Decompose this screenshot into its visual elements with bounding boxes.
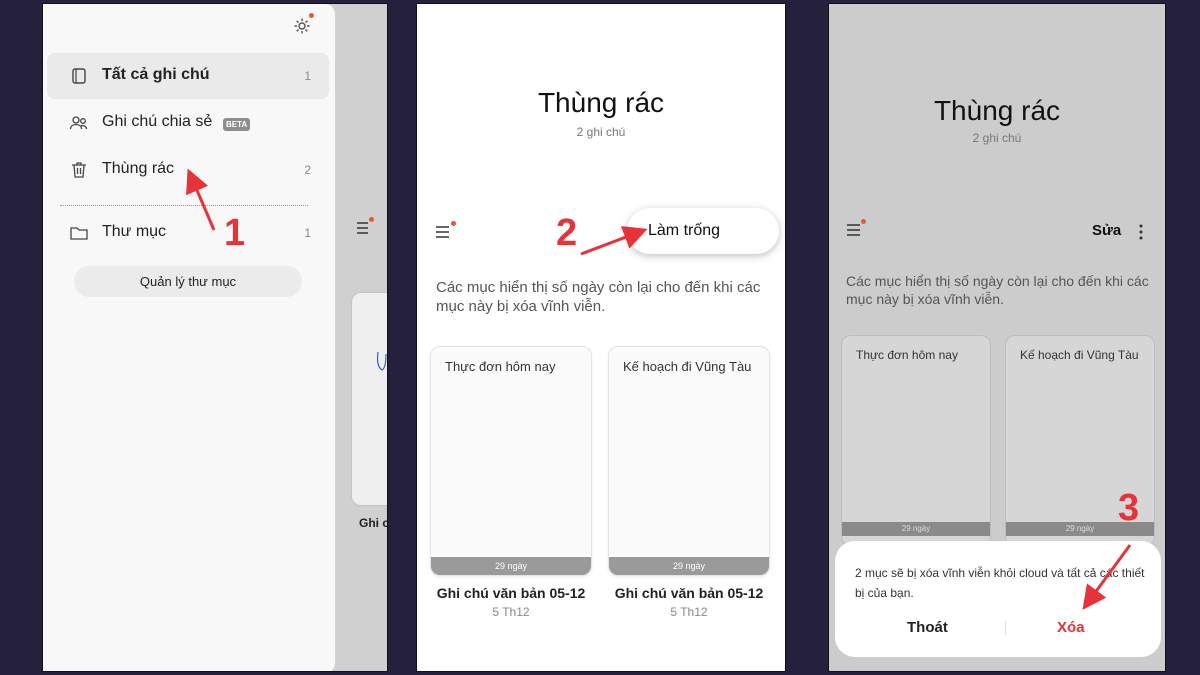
nav-count: 1 bbox=[304, 69, 311, 83]
note-label-preview: Ghi c bbox=[359, 516, 388, 530]
cancel-button[interactable]: Thoát bbox=[907, 619, 948, 636]
note-date: 5 Th12 bbox=[492, 605, 530, 619]
screen-trash-confirm: Thùng rác 2 ghi chú Sửa Các mục hiển thị… bbox=[828, 3, 1166, 672]
trash-icon bbox=[69, 160, 89, 180]
note-card-title: Kế hoạch đi Vũng Tàu bbox=[1020, 348, 1139, 362]
note-card[interactable]: Thực đơn hôm nay 29 ngày bbox=[430, 346, 592, 576]
page-subtitle: 2 ghi chú bbox=[972, 131, 1022, 145]
page-title: Thùng rác bbox=[933, 95, 1061, 126]
handwriting-mark bbox=[376, 351, 387, 371]
dialog-message: 2 mục sẽ bị xóa vĩnh viễn khỏi cloud và … bbox=[855, 566, 1145, 600]
divider bbox=[1005, 621, 1006, 635]
page-title: Thùng rác bbox=[537, 87, 665, 118]
manage-folders-button[interactable]: Quản lý thư mục bbox=[74, 266, 302, 297]
nav-label: Thùng rác bbox=[102, 160, 175, 177]
days-remaining: 29 ngày bbox=[431, 557, 591, 575]
nav-label: Tất cả ghi chú bbox=[102, 66, 210, 83]
empty-trash-button[interactable]: Làm trống bbox=[627, 208, 779, 254]
screen-drawer: Ghi c Tất cả ghi chú 1 Ghi chú chia sẻ B… bbox=[42, 3, 388, 672]
nav-label: Ghi chú chia sẻ bbox=[102, 113, 213, 130]
nav-label: Thư mục bbox=[102, 223, 167, 240]
folder-icon bbox=[69, 223, 89, 243]
confirm-dialog: 2 mục sẽ bị xóa vĩnh viễn khỏi cloud và … bbox=[835, 541, 1161, 657]
nav-count: 1 bbox=[304, 226, 311, 240]
note-date: 5 Th12 bbox=[670, 605, 708, 619]
notebook-icon bbox=[69, 66, 89, 86]
note-card-title: Kế hoạch đi Vũng Tàu bbox=[623, 359, 752, 374]
note-card-title: Thực đơn hôm nay bbox=[445, 359, 556, 374]
menu-icon[interactable] bbox=[436, 221, 456, 239]
note-card[interactable]: Thực đơn hôm nay 29 ngày bbox=[841, 335, 991, 547]
info-text: Các mục hiển thị số ngày còn lại cho đến… bbox=[846, 273, 1149, 307]
days-remaining: 29 ngày bbox=[842, 522, 990, 536]
nav-count: 2 bbox=[304, 163, 311, 177]
nav-item-trash[interactable]: Thùng rác 2 bbox=[47, 147, 329, 193]
note-name: Ghi chú văn bản 05-12 bbox=[614, 585, 764, 601]
step-number-1: 1 bbox=[224, 212, 246, 254]
page-subtitle: 2 ghi chú bbox=[576, 125, 626, 139]
nav-item-folders[interactable]: Thư mục 1 bbox=[47, 210, 329, 256]
edit-button[interactable]: Sửa bbox=[1092, 222, 1121, 239]
nav-item-all-notes[interactable]: Tất cả ghi chú 1 bbox=[47, 53, 329, 99]
people-icon bbox=[69, 113, 89, 133]
note-name: Ghi chú văn bản 05-12 bbox=[436, 585, 586, 601]
days-remaining: 29 ngày bbox=[609, 557, 769, 575]
notification-dot bbox=[369, 217, 374, 222]
nav-item-shared-notes[interactable]: Ghi chú chia sẻ BETA bbox=[47, 100, 329, 146]
menu-icon[interactable] bbox=[356, 217, 374, 236]
info-text: Các mục hiển thị số ngày còn lại cho đến… bbox=[436, 279, 761, 315]
notification-dot bbox=[861, 219, 866, 224]
notification-dot bbox=[451, 221, 456, 226]
note-card-preview[interactable] bbox=[351, 292, 387, 506]
notification-dot bbox=[309, 13, 314, 18]
divider bbox=[60, 205, 308, 206]
menu-icon[interactable] bbox=[847, 219, 866, 237]
note-card-title: Thực đơn hôm nay bbox=[856, 348, 958, 362]
delete-button[interactable]: Xóa bbox=[1057, 619, 1085, 636]
beta-badge: BETA bbox=[223, 118, 251, 131]
more-options-icon[interactable] bbox=[1136, 223, 1146, 241]
settings-icon[interactable] bbox=[292, 13, 314, 36]
note-card[interactable]: Kế hoạch đi Vũng Tàu 29 ngày bbox=[608, 346, 770, 576]
step-number-2: 2 bbox=[556, 212, 578, 254]
step-number-3: 3 bbox=[1118, 487, 1140, 529]
navigation-drawer: Tất cả ghi chú 1 Ghi chú chia sẻ BETA Th… bbox=[43, 4, 335, 671]
screen-trash: Thùng rác 2 ghi chú Làm trống Các mục hi… bbox=[416, 3, 786, 672]
